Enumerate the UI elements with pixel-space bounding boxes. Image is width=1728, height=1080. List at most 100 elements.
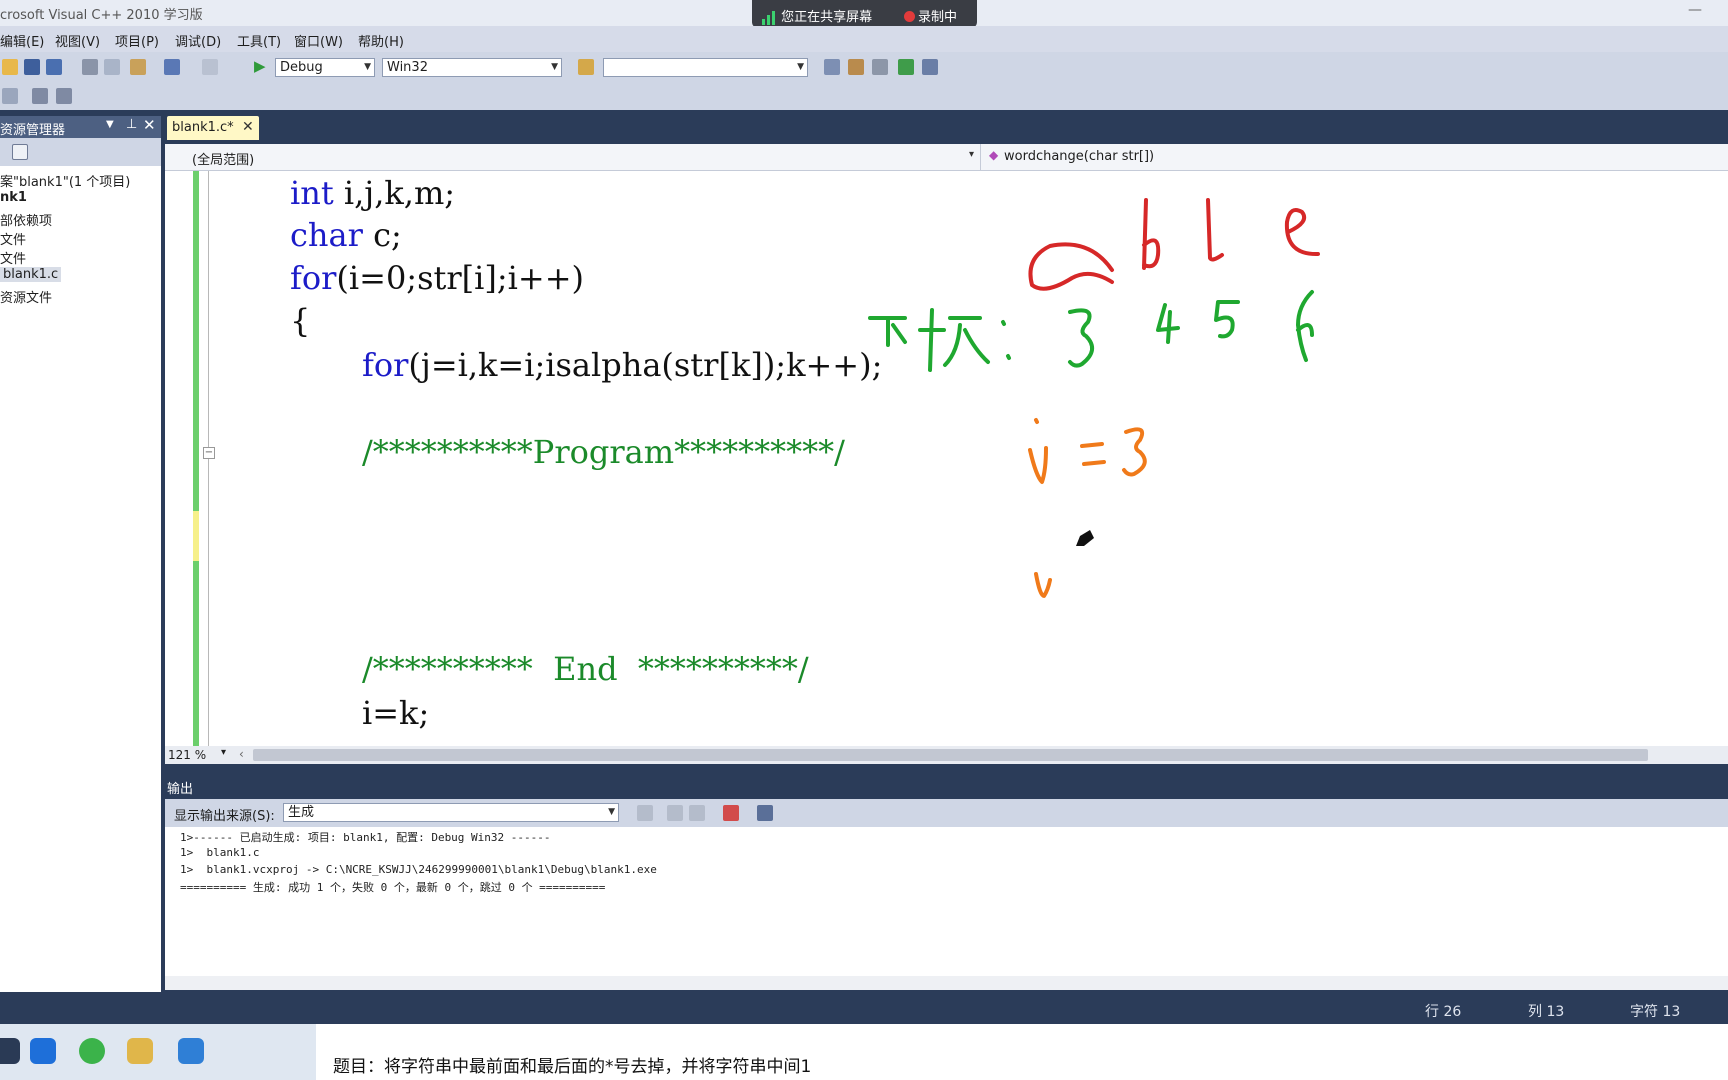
- unsaved-change-marker: [193, 511, 199, 561]
- menu-edit[interactable]: 编辑(E): [0, 31, 44, 50]
- next-message-icon[interactable]: [689, 805, 705, 821]
- pin-icon[interactable]: ⊥: [126, 117, 137, 132]
- menu-view[interactable]: 视图(V): [55, 31, 100, 50]
- output-title: 输出: [167, 782, 194, 797]
- tree-item-resources[interactable]: 资源文件: [0, 287, 52, 306]
- properties-icon[interactable]: [848, 59, 864, 75]
- sharing-indicator[interactable]: 您正在共享屏幕: [762, 6, 872, 25]
- record-icon: [904, 11, 915, 22]
- toolbox-icon[interactable]: [922, 59, 938, 75]
- recording-indicator[interactable]: 录制中: [904, 6, 957, 25]
- end-comment: /********** End **********/: [362, 650, 809, 688]
- output-text[interactable]: 1>------ 已启动生成: 项目: blank1, 配置: Debug Wi…: [165, 827, 1728, 976]
- photos-app-icon[interactable]: [30, 1038, 56, 1064]
- output-source-select[interactable]: 生成 ▼: [283, 803, 619, 822]
- program-comment: /**********Program**********/: [362, 433, 845, 471]
- menu-project[interactable]: 项目(P): [115, 31, 159, 50]
- code-line: char c;: [290, 216, 402, 254]
- tree-item-headers[interactable]: 文件: [0, 229, 26, 248]
- platform-select[interactable]: Win32 ▼: [382, 58, 562, 77]
- tab-blank1-c[interactable]: blank1.c* ✕: [167, 116, 259, 140]
- open-icon[interactable]: [2, 59, 18, 75]
- close-icon[interactable]: ✕: [143, 116, 156, 134]
- properties-icon[interactable]: [12, 144, 28, 160]
- solution-explorer-title: 资源管理器: [0, 123, 66, 138]
- standard-toolbar: ▶ Debug ▼ Win32 ▼ ▼: [0, 52, 1728, 82]
- redo-icon[interactable]: [202, 59, 218, 75]
- menu-tools[interactable]: 工具(T): [237, 31, 281, 50]
- save-all-icon[interactable]: [46, 59, 62, 75]
- scope-select[interactable]: (全局范围): [192, 149, 254, 168]
- solution-explorer-icon[interactable]: [824, 59, 840, 75]
- scroll-left-icon[interactable]: ‹: [239, 747, 244, 761]
- output-line: 1> blank1.vcxproj -> C:\NCRE_KSWJJ\24629…: [180, 863, 657, 876]
- tree-item-project[interactable]: nk1: [0, 190, 27, 205]
- tree-item-dependencies[interactable]: 部依赖项: [0, 210, 52, 229]
- function-select[interactable]: wordchange(char str[]): [1004, 149, 1154, 164]
- caption-text: 题目：将字符串中最前面和最后面的*号去掉，并将字符串中间1: [333, 1057, 812, 1077]
- prev-message-icon[interactable]: [667, 805, 683, 821]
- menu-bar: 编辑(E) 视图(V) 项目(P) 调试(D) 工具(T) 窗口(W) 帮助(H…: [0, 26, 1728, 52]
- notepad-app-icon[interactable]: [178, 1038, 204, 1064]
- minimize-button[interactable]: —: [1688, 2, 1702, 18]
- output-line: ========== 生成: 成功 1 个，失败 0 个，最新 0 个，跳过 0…: [180, 881, 606, 894]
- status-char: 字符 13: [1630, 1004, 1681, 1020]
- screen-share-banner: 您正在共享屏幕 录制中: [752, 0, 977, 28]
- collapse-icon[interactable]: −: [203, 447, 215, 459]
- output-icon[interactable]: [898, 59, 914, 75]
- start-debug-icon[interactable]: ▶: [254, 57, 266, 75]
- copy-icon[interactable]: [104, 59, 120, 75]
- undo-icon[interactable]: [164, 59, 180, 75]
- list-icon[interactable]: [32, 88, 48, 104]
- saved-change-marker: [193, 171, 199, 511]
- tree-item-sources[interactable]: 文件: [0, 248, 26, 267]
- word-wrap-icon[interactable]: [757, 805, 773, 821]
- wps-app-icon[interactable]: [79, 1038, 105, 1064]
- code-line: int i,j,k,m;: [290, 174, 456, 212]
- chevron-down-icon[interactable]: ▾: [969, 149, 974, 160]
- text-editor-toolbar: [0, 82, 1728, 110]
- signal-icon: [762, 10, 777, 25]
- paste-icon[interactable]: [130, 59, 146, 75]
- font-size-icon[interactable]: [2, 88, 18, 104]
- output-scrollbar[interactable]: [165, 976, 1728, 990]
- caption-area: 题目：将字符串中最前面和最后面的*号去掉，并将字符串中间1: [316, 1024, 1728, 1080]
- divider: [980, 144, 981, 170]
- code-line: for(i=0;str[i];i++): [290, 259, 584, 297]
- image-app-icon[interactable]: [127, 1038, 153, 1064]
- cut-icon[interactable]: [82, 59, 98, 75]
- code-line: for(j=i,k=i;isalpha(str[k]);k++);: [362, 346, 883, 384]
- navigation-bar: (全局范围) ▾ ◆ wordchange(char str[]): [165, 144, 1728, 171]
- dropdown-icon[interactable]: ▼: [106, 119, 114, 130]
- code-line: {: [290, 302, 311, 340]
- scroll-thumb[interactable]: [253, 749, 1648, 761]
- menu-window[interactable]: 窗口(W): [294, 31, 343, 50]
- output-toolbar: 显示输出来源(S): 生成 ▼: [165, 799, 1728, 827]
- menu-debug[interactable]: 调试(D): [175, 31, 221, 50]
- document-tab-strip: [161, 110, 1728, 140]
- output-panel-header: 输出: [161, 774, 1728, 797]
- tree-item-solution[interactable]: 案"blank1"(1 个项目): [0, 171, 130, 190]
- window-title: crosoft Visual C++ 2010 学习版: [0, 8, 203, 23]
- solution-explorer-header: 资源管理器 ▼ ⊥ ✕: [0, 116, 161, 138]
- clear-all-icon[interactable]: [723, 805, 739, 821]
- tab-label: blank1.c*: [172, 120, 234, 135]
- save-icon[interactable]: [24, 59, 40, 75]
- tree-item-blank1-c[interactable]: blank1.c: [0, 267, 62, 282]
- solution-explorer-toolbar: [0, 138, 161, 166]
- menu-help[interactable]: 帮助(H): [358, 31, 404, 50]
- output-line: 1>------ 已启动生成: 项目: blank1, 配置: Debug Wi…: [180, 831, 551, 844]
- find-in-files-icon[interactable]: [578, 59, 594, 75]
- tools-icon[interactable]: [872, 59, 888, 75]
- config-select[interactable]: Debug ▼: [275, 58, 375, 77]
- status-bar: 行 26 列 13 字符 13: [0, 992, 1728, 1020]
- close-tab-icon[interactable]: ✕: [242, 119, 254, 135]
- indent-icon[interactable]: [56, 88, 72, 104]
- chevron-down-icon[interactable]: ▾: [221, 747, 226, 758]
- screen-app-icon[interactable]: [0, 1038, 20, 1064]
- status-col: 列 13: [1528, 1004, 1565, 1020]
- saved-change-marker: [193, 561, 199, 746]
- output-line: 1> blank1.c: [180, 846, 260, 859]
- find-combo[interactable]: ▼: [603, 58, 808, 77]
- goto-icon[interactable]: [637, 805, 653, 821]
